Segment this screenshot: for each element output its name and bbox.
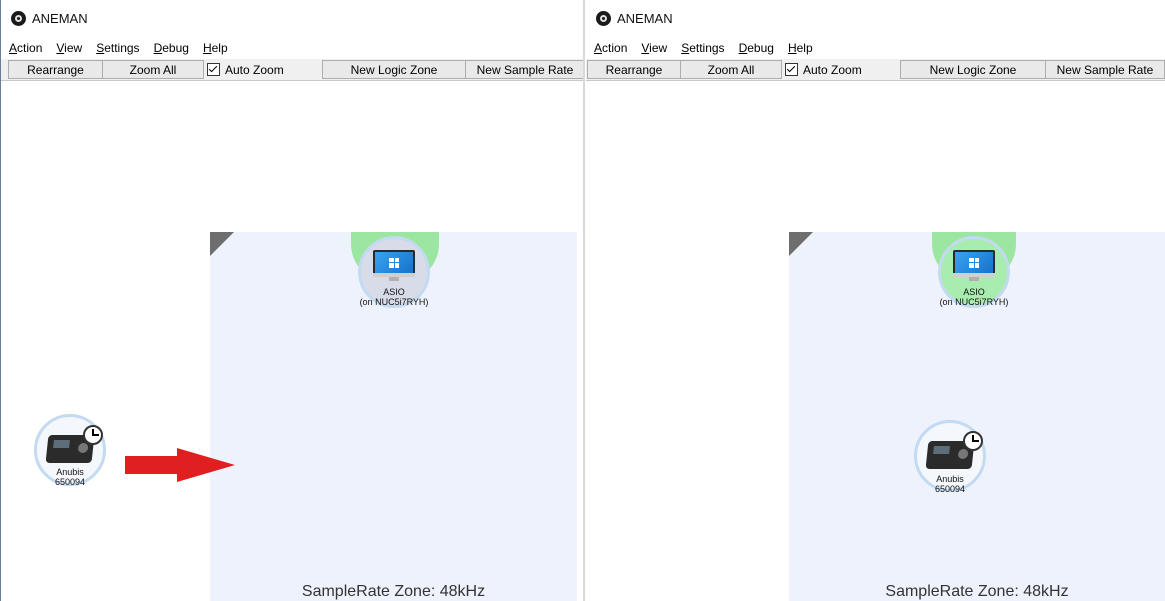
asio-node-label: ASIO (on NUC5i7RYH) [359, 287, 429, 307]
menu-settings[interactable]: Settings [681, 41, 724, 55]
anubis-node-label: Anubis 650094 [934, 474, 966, 494]
zoom-all-button[interactable]: Zoom All [680, 60, 782, 79]
panel-separator [583, 0, 585, 601]
auto-zoom-checkbox[interactable]: Auto Zoom [207, 60, 284, 79]
rearrange-button[interactable]: Rearrange [8, 60, 103, 79]
windows-pc-icon [953, 250, 995, 277]
new-logic-zone-button[interactable]: New Logic Zone [900, 60, 1046, 79]
menu-debug[interactable]: Debug [154, 41, 189, 55]
menu-debug[interactable]: Debug [739, 41, 774, 55]
new-logic-zone-button[interactable]: New Logic Zone [322, 60, 466, 79]
asio-node-label: ASIO (on NUC5i7RYH) [939, 287, 1009, 307]
title-bar: ANEMAN [586, 0, 1165, 36]
windows-pc-icon [373, 250, 415, 277]
menu-view[interactable]: View [641, 41, 667, 55]
auto-zoom-checkbox[interactable]: Auto Zoom [785, 60, 862, 79]
title-bar: ANEMAN [1, 0, 584, 36]
menu-action[interactable]: Action [594, 41, 627, 55]
window-title: ANEMAN [617, 10, 673, 26]
zone-corner-handle[interactable] [210, 232, 234, 256]
auto-zoom-label: Auto Zoom [803, 62, 862, 77]
zone-label: SampleRate Zone: 48kHz [885, 583, 1069, 600]
menu-bar: Action View Settings Debug Help [1, 38, 584, 57]
window-before: ANEMAN Action View Settings Debug Help R… [0, 0, 584, 601]
new-sample-rate-button[interactable]: New Sample Rate [465, 60, 584, 79]
toolbar: Rearrange Zoom All Auto Zoom New Logic Z… [586, 59, 1165, 81]
clock-icon [83, 425, 103, 445]
zoom-all-button[interactable]: Zoom All [102, 60, 204, 79]
menu-help[interactable]: Help [203, 41, 228, 55]
menu-help[interactable]: Help [788, 41, 813, 55]
clock-icon [963, 431, 983, 451]
auto-zoom-label: Auto Zoom [225, 62, 284, 77]
right-arrow-icon [125, 448, 235, 482]
zone-label: SampleRate Zone: 48kHz [301, 583, 486, 600]
app-icon [11, 10, 26, 26]
toolbar: Rearrange Zoom All Auto Zoom New Logic Z… [1, 59, 584, 81]
anubis-node-label: Anubis 650094 [54, 467, 86, 487]
menu-settings[interactable]: Settings [96, 41, 139, 55]
menu-action[interactable]: Action [9, 41, 42, 55]
new-sample-rate-button[interactable]: New Sample Rate [1045, 60, 1165, 79]
zone-corner-handle[interactable] [789, 232, 813, 256]
menu-view[interactable]: View [56, 41, 82, 55]
window-after: ANEMAN Action View Settings Debug Help R… [586, 0, 1165, 601]
app-icon [596, 10, 611, 26]
window-title: ANEMAN [32, 10, 88, 26]
checkbox-checked-icon [207, 63, 220, 76]
checkbox-checked-icon [785, 63, 798, 76]
rearrange-button[interactable]: Rearrange [587, 60, 681, 79]
menu-bar: Action View Settings Debug Help [586, 38, 1165, 57]
